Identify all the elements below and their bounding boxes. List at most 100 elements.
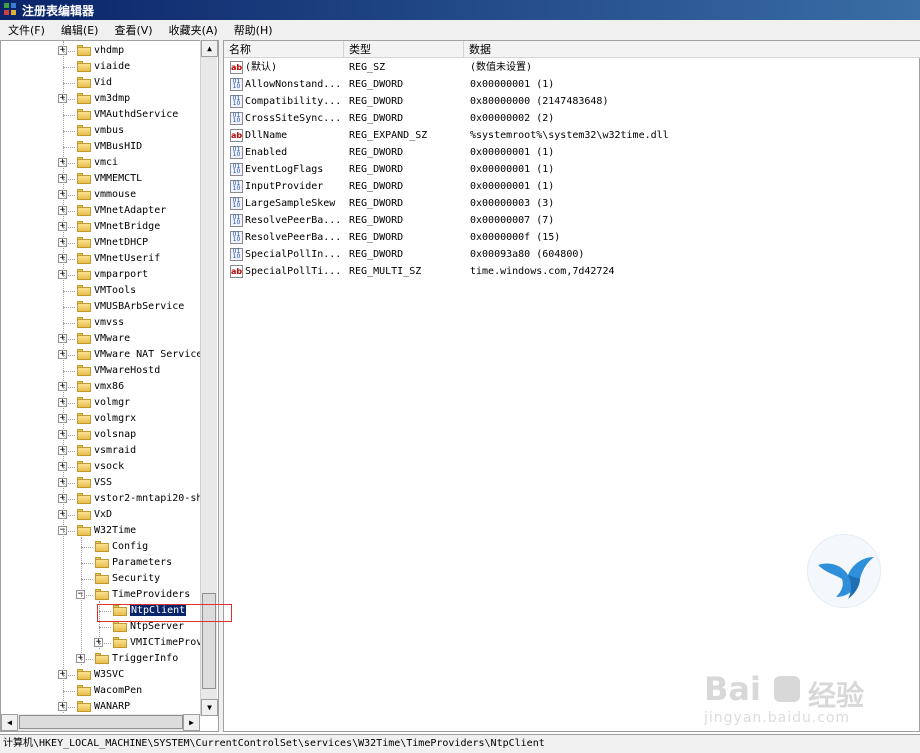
value-row[interactable]: 01 10 CrossSiteSync... REG_DWORD 0x00000002 … (224, 110, 920, 127)
registry-tree[interactable]: + vhdmp viaide Vid + vm3dmp VMAuthdService vmbu… (0, 40, 219, 732)
value-row[interactable]: 01 10 Compatibility... REG_DWORD 0x80000000 … (224, 93, 920, 110)
tree-item-label[interactable]: Config (112, 541, 148, 552)
tree-item[interactable]: + vmparport (1, 267, 201, 283)
value-row[interactable]: 01 10 EventLogFlags REG_DWORD 0x00000001 (1) (224, 161, 920, 178)
tree-item[interactable]: + volsnap (1, 427, 201, 443)
tree-item-label[interactable]: vhdmp (94, 45, 124, 56)
tree-item[interactable]: viaide (1, 59, 201, 75)
tree-item-label[interactable]: VMICTimeProv (130, 637, 202, 648)
tree-item[interactable]: Security (1, 571, 201, 587)
tree-item[interactable]: + volmgrx (1, 411, 201, 427)
tree-item[interactable]: VMUSBArbService (1, 299, 201, 315)
tree-item-label[interactable]: VMnetDHCP (94, 237, 148, 248)
tree-item-label[interactable]: vmvss (94, 317, 124, 328)
tree-item[interactable]: − W32Time (1, 523, 201, 539)
tree-item-label[interactable]: VMnetAdapter (94, 205, 166, 216)
menu-favorites[interactable]: 收藏夹(A) (161, 22, 226, 38)
tree-item[interactable]: − TimeProviders (1, 587, 201, 603)
tree-item-label[interactable]: vm3dmp (94, 93, 130, 104)
tree-item[interactable]: + W3SVC (1, 667, 201, 683)
tree-item-label[interactable]: VMUSBArbService (94, 301, 184, 312)
tree-item-label[interactable]: WANARP (94, 701, 130, 712)
tree-item[interactable]: + VMnetUserif (1, 251, 201, 267)
tree-item-label[interactable]: WacomPen (94, 685, 142, 696)
value-row[interactable]: 01 10 AllowNonstand... REG_DWORD 0x00000001 … (224, 76, 920, 93)
scroll-down-button[interactable]: ▼ (201, 699, 218, 716)
tree-item-label[interactable]: W32Time (94, 525, 136, 536)
menu-file[interactable]: 文件(F) (0, 22, 53, 38)
value-row[interactable]: ab DllName REG_EXPAND_SZ %systemroot%\syste… (224, 127, 920, 144)
tree-item[interactable]: Vid (1, 75, 201, 91)
tree-item-label[interactable]: vstor2-mntapi20-sh (94, 493, 202, 504)
value-row[interactable]: 01 10 LargeSampleSkew REG_DWORD 0x00000003 (… (224, 195, 920, 212)
tree-item[interactable]: vmbus (1, 123, 201, 139)
tree-item[interactable]: + volmgr (1, 395, 201, 411)
tree-item[interactable]: + WANARP (1, 699, 201, 715)
tree-item-label[interactable]: vmmouse (94, 189, 136, 200)
value-row[interactable]: ab (默认) REG_SZ (数值未设置) (224, 59, 920, 76)
scroll-left-button[interactable]: ◀ (1, 714, 18, 731)
values-list[interactable]: 名称 类型 数据 ab (默认) REG_SZ (数值未设置) 01 10 AllowNon… (223, 40, 920, 732)
value-row[interactable]: 01 10 SpecialPollIn... REG_DWORD 0x00093a80 … (224, 246, 920, 263)
tree-item[interactable]: + VxD (1, 507, 201, 523)
tree-item[interactable]: VMTools (1, 283, 201, 299)
scroll-up-button[interactable]: ▲ (201, 40, 218, 57)
tree-item[interactable]: Config (1, 539, 201, 555)
tree-item[interactable]: + vstor2-mntapi20-sh (1, 491, 202, 507)
tree-item[interactable]: + vmci (1, 155, 201, 171)
tree-item-label[interactable]: VMwareHostd (94, 365, 160, 376)
column-data[interactable]: 数据 (464, 41, 919, 58)
tree-item-label[interactable]: VMware NAT Service (94, 349, 202, 360)
tree-item[interactable]: + VMware (1, 331, 201, 347)
tree-item-label[interactable]: vmx86 (94, 381, 124, 392)
tree-item-label[interactable]: Vid (94, 77, 112, 88)
tree-item-label[interactable]: viaide (94, 61, 130, 72)
tree-item[interactable]: + vsmraid (1, 443, 201, 459)
tree-item-label[interactable]: VMAuthdService (94, 109, 178, 120)
tree-item[interactable]: VMwareHostd (1, 363, 201, 379)
tree-item[interactable]: Parameters (1, 555, 201, 571)
tree-item[interactable]: + TriggerInfo (1, 651, 201, 667)
menu-view[interactable]: 查看(V) (106, 22, 160, 38)
value-row[interactable]: 01 10 InputProvider REG_DWORD 0x00000001 (1) (224, 178, 920, 195)
tree-item-label[interactable]: VMnetUserif (94, 253, 160, 264)
tree-item[interactable]: + VSS (1, 475, 201, 491)
tree-item[interactable]: + vm3dmp (1, 91, 201, 107)
tree-item-label[interactable]: TimeProviders (112, 589, 190, 600)
tree-item-label[interactable]: VMMEMCTL (94, 173, 142, 184)
tree-horizontal-scrollbar[interactable]: ◀ ▶ (1, 714, 200, 731)
tree-item-label[interactable]: vmbus (94, 125, 124, 136)
column-name[interactable]: 名称 (224, 41, 344, 58)
tree-item-label[interactable]: NtpServer (130, 621, 184, 632)
tree-item-label[interactable]: VMware (94, 333, 130, 344)
value-row[interactable]: ab SpecialPollTi... REG_MULTI_SZ time.windo… (224, 263, 920, 280)
tree-item-label[interactable]: vmparport (94, 269, 148, 280)
tree-item[interactable]: VMBusHID (1, 139, 201, 155)
tree-item-label[interactable]: Security (112, 573, 160, 584)
menu-edit[interactable]: 编辑(E) (53, 22, 107, 38)
tree-item[interactable]: + VMnetDHCP (1, 235, 201, 251)
tree-item-label[interactable]: vsock (94, 461, 124, 472)
tree-item-label[interactable]: VMnetBridge (94, 221, 160, 232)
tree-item-label[interactable]: VxD (94, 509, 112, 520)
value-row[interactable]: 01 10 Enabled REG_DWORD 0x00000001 (1) (224, 144, 920, 161)
tree-item[interactable]: vmvss (1, 315, 201, 331)
hscroll-thumb[interactable] (19, 715, 183, 729)
tree-item-label[interactable]: VMBusHID (94, 141, 142, 152)
tree-item-label[interactable]: W3SVC (94, 669, 124, 680)
tree-item-label[interactable]: VMTools (94, 285, 136, 296)
tree-item[interactable]: + vmmouse (1, 187, 201, 203)
tree-item[interactable]: + VMware NAT Service (1, 347, 202, 363)
column-type[interactable]: 类型 (344, 41, 464, 58)
tree-item[interactable]: + vsock (1, 459, 201, 475)
scroll-right-button[interactable]: ▶ (183, 714, 200, 731)
tree-item-label[interactable]: volmgrx (94, 413, 136, 424)
tree-item-label[interactable]: VSS (94, 477, 112, 488)
tree-item-label[interactable]: vmci (94, 157, 118, 168)
tree-item-label[interactable]: volmgr (94, 397, 130, 408)
tree-item-label[interactable]: TriggerInfo (112, 653, 178, 664)
tree-item-label[interactable]: Parameters (112, 557, 172, 568)
tree-item[interactable]: VMAuthdService (1, 107, 201, 123)
tree-item-label[interactable]: volsnap (94, 429, 136, 440)
tree-item[interactable]: + VMnetBridge (1, 219, 201, 235)
